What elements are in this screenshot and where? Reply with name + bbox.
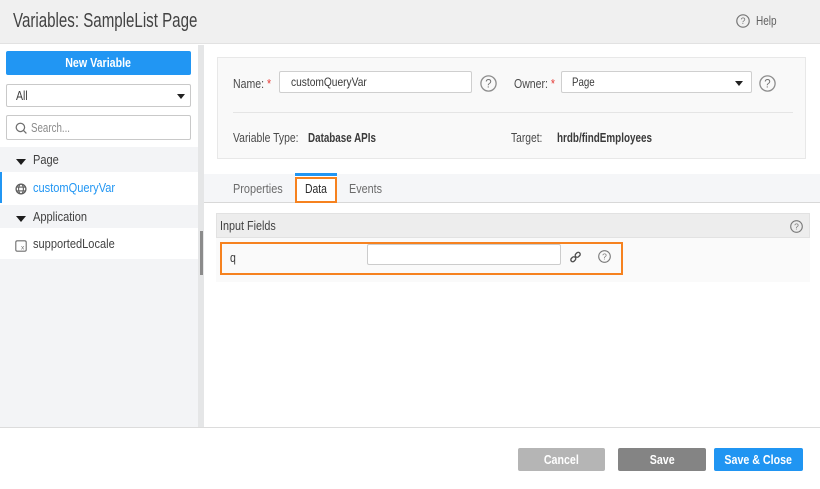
svg-text:?: ?: [794, 222, 799, 232]
svg-text:?: ?: [740, 16, 745, 26]
svg-text:?: ?: [602, 252, 607, 262]
svg-text:?: ?: [485, 79, 491, 91]
svg-text:?: ?: [764, 79, 770, 91]
svg-text:x: x: [21, 245, 25, 252]
